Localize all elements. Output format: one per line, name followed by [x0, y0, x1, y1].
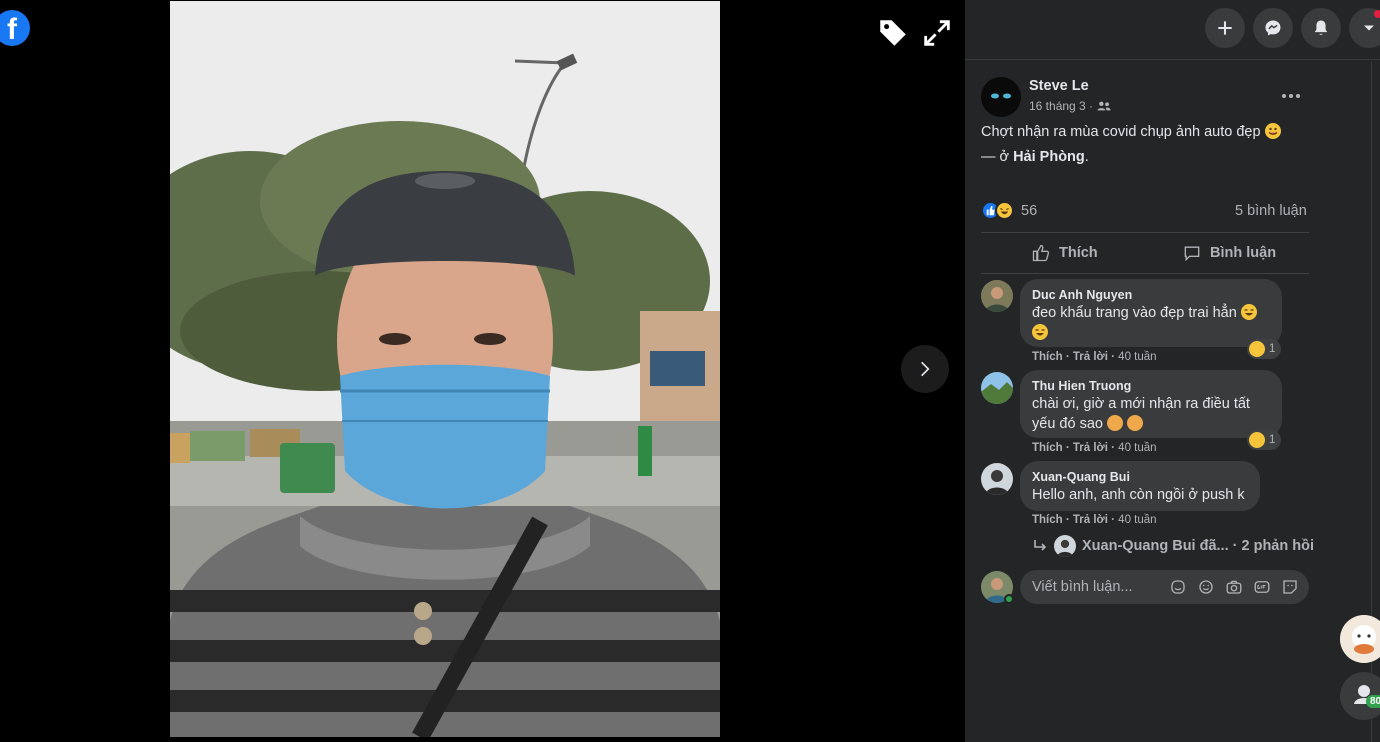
reply-avatar: [1054, 535, 1076, 557]
comment-text-line: chài ơi, giờ a mới nhận ra điều tất: [1032, 396, 1250, 412]
view-replies-link[interactable]: Xuan-Quang Bui đã... · 2 phản hồi: [1032, 535, 1314, 557]
bell-icon: [1314, 20, 1328, 35]
replies-summary: Xuan-Quang Bui đã... · 2 phản hồi: [1082, 538, 1314, 554]
comment-reaction-count: 1: [1269, 434, 1276, 446]
author-name[interactable]: Steve Le: [1029, 78, 1089, 94]
cookie-emoji-icon: [1127, 415, 1144, 431]
comment-like-link[interactable]: Thích: [1032, 514, 1063, 526]
avatar-sticker-icon[interactable]: [1169, 578, 1187, 596]
divider: [981, 232, 1309, 233]
chevron-right-icon: [921, 361, 930, 377]
comment-reaction-count: 1: [1269, 343, 1276, 355]
comment-composer[interactable]: Viết bình luận...: [1020, 570, 1309, 604]
comment-meta: Thích · Trả lời · 40 tuần: [1032, 351, 1157, 363]
cookie-emoji-icon: [1106, 415, 1123, 431]
location-suffix: .: [1084, 149, 1089, 165]
commenter-name[interactable]: Thu Hien Truong: [1032, 378, 1270, 394]
online-status-dot: [1004, 594, 1014, 604]
plus-icon: [1218, 21, 1232, 35]
caret-down-icon: [1364, 25, 1374, 31]
comment-text: Hello anh, anh còn ngồi ở push k: [1032, 487, 1245, 503]
comment-time[interactable]: 40 tuần: [1118, 351, 1156, 363]
tongue-emoji-icon: [1264, 123, 1281, 139]
reply-arrow-icon: [1034, 540, 1047, 551]
post-options-button[interactable]: [1280, 86, 1302, 106]
author-avatar[interactable]: [981, 77, 1021, 117]
comment-text-content: đeo khẩu trang vào đẹp trai hẳn: [1032, 305, 1237, 321]
chat-head-avatar[interactable]: [1340, 615, 1380, 663]
comment-reactions[interactable]: 1: [1247, 430, 1282, 450]
comment-bubble: Duc Anh Nguyen đeo khẩu trang vào đẹp tr…: [1020, 279, 1282, 347]
comment-reply-link[interactable]: Trả lời: [1073, 442, 1108, 454]
haha-reaction-icon: [995, 201, 1014, 220]
facebook-logo[interactable]: f: [0, 10, 30, 46]
gif-icon[interactable]: [1253, 578, 1271, 596]
comment-count[interactable]: 5 bình luận: [1235, 203, 1307, 219]
comment-bubble: Thu Hien Truong chài ơi, giờ a mới nhận …: [1020, 370, 1282, 438]
tag-icon[interactable]: [876, 16, 910, 50]
top-bar: [965, 0, 1380, 60]
reactions-summary[interactable]: 56: [981, 201, 1037, 220]
comment-reply-link[interactable]: Trả lời: [1073, 351, 1108, 363]
messenger-icon: [1265, 20, 1281, 36]
thumbs-up-icon: [1032, 244, 1050, 262]
fullscreen-icon[interactable]: [920, 16, 954, 50]
camera-icon[interactable]: [1225, 578, 1243, 596]
comment-time[interactable]: 40 tuần: [1118, 442, 1156, 454]
more-horizontal-icon: [1282, 94, 1300, 98]
comment-like-link[interactable]: Thích: [1032, 351, 1063, 363]
comment-text: đeo khẩu trang vào đẹp trai hẳn: [1032, 303, 1270, 343]
comment-like-link[interactable]: Thích: [1032, 442, 1063, 454]
post-meta: 16 tháng 3 ·: [1029, 99, 1111, 113]
like-label: Thích: [1059, 245, 1098, 261]
photo-viewer: f: [0, 0, 965, 742]
notification-dot: [1374, 10, 1380, 18]
comment-reply-link[interactable]: Trả lời: [1073, 514, 1108, 526]
post-time[interactable]: 16 tháng 3 ·: [1029, 99, 1093, 113]
comment-meta: Thích · Trả lời · 40 tuần: [1032, 442, 1157, 454]
comment-meta: Thích · Trả lời · 40 tuần: [1032, 514, 1157, 526]
comment-text: chài ơi, giờ a mới nhận ra điều tất yếu …: [1032, 394, 1270, 434]
post-text: Chợt nhận ra mùa covid chụp ảnh auto đẹp: [981, 124, 1261, 140]
notifications-button[interactable]: [1301, 8, 1341, 48]
location-link[interactable]: Hải Phòng: [1013, 149, 1085, 165]
logo-letter: f: [7, 13, 17, 46]
commenter-avatar[interactable]: [981, 372, 1013, 404]
commenter-avatar[interactable]: [981, 280, 1013, 312]
post-photo[interactable]: [170, 1, 720, 737]
haha-reaction-icon: [1249, 341, 1265, 357]
selfie-image: [170, 1, 720, 737]
comment-label: Bình luận: [1210, 245, 1277, 261]
commenter-avatar[interactable]: [981, 463, 1013, 495]
photo-viewer-page: f Steve Le 16 tháng 3 · Chợt nhận ra mùa…: [0, 0, 1380, 742]
next-photo-button[interactable]: [901, 345, 949, 393]
like-button[interactable]: Thích: [1031, 243, 1098, 263]
post-body: Chợt nhận ra mùa covid chụp ảnh auto đẹp…: [981, 120, 1301, 170]
laughing-emoji-icon: [1240, 304, 1257, 320]
commenter-name[interactable]: Xuan-Quang Bui: [1032, 469, 1248, 485]
emoji-icon[interactable]: [1197, 578, 1215, 596]
sticker-icon[interactable]: [1281, 578, 1299, 596]
comment-input[interactable]: Viết bình luận...: [1032, 579, 1169, 595]
messenger-button[interactable]: [1253, 8, 1293, 48]
comment-bubble: Xuan-Quang Bui Hello anh, anh còn ngồi ở…: [1020, 461, 1260, 511]
location-prefix: — ở: [981, 149, 1010, 165]
haha-reaction-icon: [1249, 432, 1265, 448]
comment-time[interactable]: 40 tuần: [1118, 514, 1156, 526]
comment-text-line: yếu đó sao: [1032, 416, 1103, 432]
comment-button[interactable]: Bình luận: [1182, 243, 1276, 263]
laughing-emoji-icon: [1032, 324, 1048, 340]
friends-privacy-icon: [1097, 101, 1111, 111]
divider: [981, 273, 1309, 274]
comment-reactions[interactable]: 1: [1247, 339, 1282, 359]
reaction-count: 56: [1021, 202, 1038, 219]
online-count-badge: 80: [1366, 695, 1380, 708]
comment-icon: [1184, 246, 1200, 262]
create-button[interactable]: [1205, 8, 1245, 48]
commenter-name[interactable]: Duc Anh Nguyen: [1032, 287, 1270, 303]
